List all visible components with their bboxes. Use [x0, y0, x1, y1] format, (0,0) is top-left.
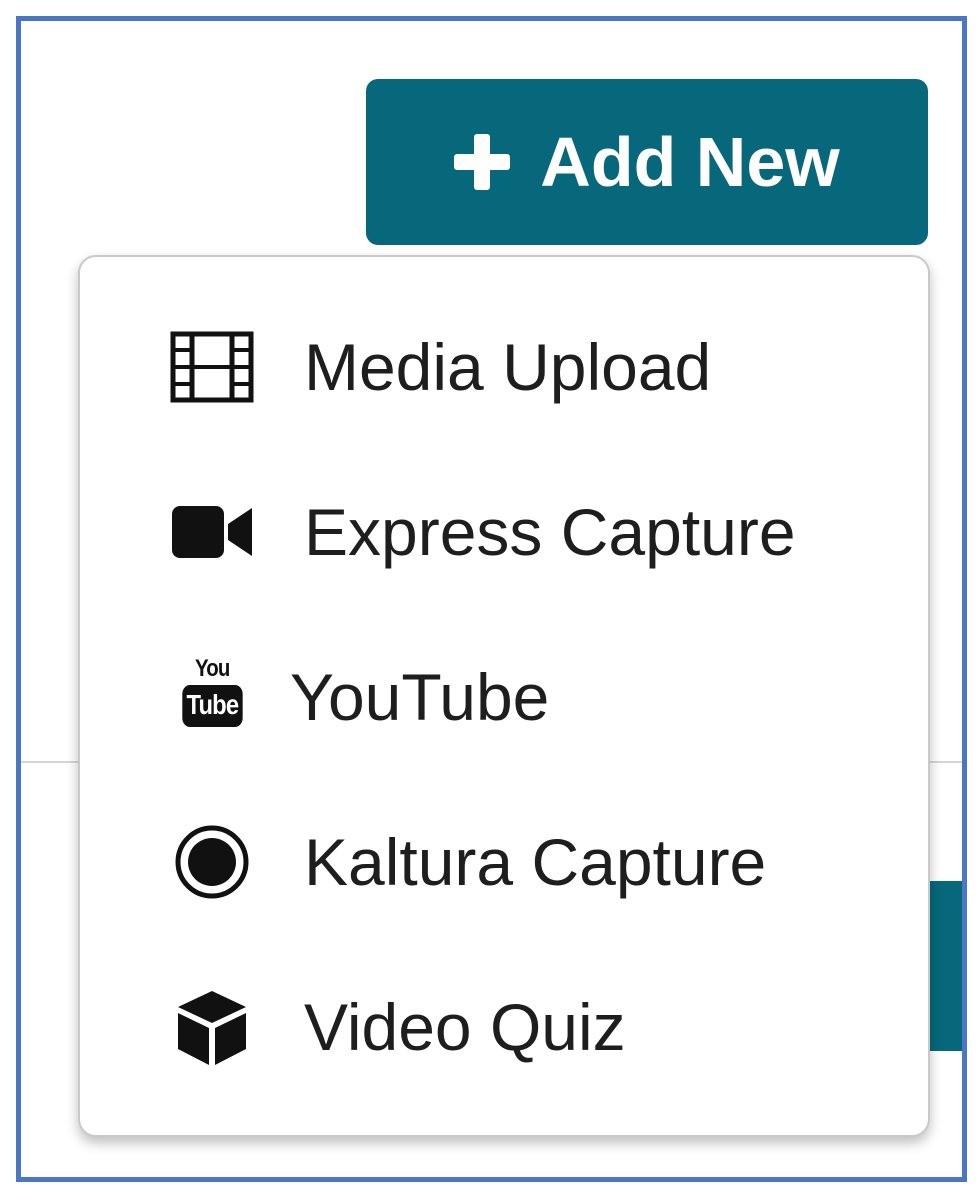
youtube-icon: You Tube: [170, 655, 254, 739]
video-camera-icon: [170, 490, 254, 574]
plus-icon: [454, 134, 511, 190]
menu-item-media-upload[interactable]: Media Upload: [80, 297, 928, 437]
menu-item-label: Media Upload: [304, 330, 712, 404]
add-new-dropdown-menu: Media Upload Express Capture You Tube Yo…: [78, 255, 930, 1137]
menu-item-kaltura-capture[interactable]: Kaltura Capture: [80, 792, 928, 932]
screenshot-frame: Add New Media Upload Express Capture You…: [16, 16, 967, 1182]
menu-item-youtube[interactable]: You Tube YouTube: [80, 627, 928, 767]
menu-item-express-capture[interactable]: Express Capture: [80, 462, 928, 602]
add-new-button[interactable]: Add New: [366, 79, 928, 245]
menu-item-label: Video Quiz: [304, 990, 626, 1064]
menu-item-label: Kaltura Capture: [304, 825, 767, 899]
film-icon: [170, 325, 254, 409]
record-icon: [170, 820, 254, 904]
menu-item-video-quiz[interactable]: Video Quiz: [80, 957, 928, 1097]
menu-item-label: Express Capture: [304, 495, 796, 569]
menu-item-label: YouTube: [290, 660, 550, 734]
cube-icon: [170, 985, 254, 1069]
add-new-label: Add New: [540, 123, 840, 201]
